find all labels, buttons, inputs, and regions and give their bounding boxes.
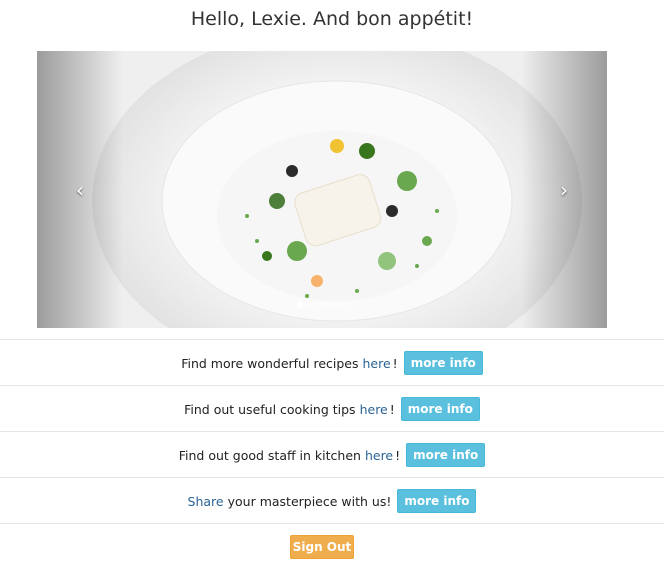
chevron-right-icon: › [560,177,568,202]
tips-more-info-button[interactable]: more info [400,397,480,421]
tips-text: Find out useful cooking tips [184,401,356,417]
carousel-indicator-4[interactable] [323,302,330,308]
share-row: Share your masterpiece with us! more inf… [0,477,664,524]
tips-row: Find out useful cooking tips here ! more… [0,385,664,432]
kitchen-staff-row: Find out good staff in kitchen here ! mo… [0,431,664,478]
carousel-indicator-5[interactable] [332,302,339,308]
kitchen-staff-link[interactable]: here [365,448,393,463]
recipes-more-info-button[interactable]: more info [403,351,483,375]
carousel-indicator-3[interactable] [314,302,321,308]
chevron-left-icon: ‹ [76,177,84,202]
share-link[interactable]: Share [188,494,224,509]
carousel-next-button[interactable]: › [521,51,607,328]
recipes-text: Find more wonderful recipes [181,355,359,371]
kitchen-staff-more-info-button[interactable]: more info [406,443,486,467]
kitchen-staff-exclaim: ! [395,447,401,463]
page-title: Hello, Lexie. And bon appétit! [190,8,474,30]
carousel-prev-button[interactable]: ‹ [37,51,123,328]
tips-exclaim: ! [389,401,395,417]
carousel-indicator-6[interactable] [341,302,348,308]
recipes-row: Find more wonderful recipes here ! more … [0,339,664,386]
share-more-info-button[interactable]: more info [397,489,477,513]
tips-link[interactable]: here [360,402,388,417]
carousel-indicators [37,302,607,308]
carousel-indicator-2[interactable] [305,302,312,308]
recipes-exclaim: ! [392,355,398,371]
share-text: your masterpiece with us! [227,493,392,509]
kitchen-staff-text: Find out good staff in kitchen [178,447,361,463]
carousel-indicator-1[interactable] [296,302,303,308]
image-carousel[interactable]: ‹ › [37,51,607,328]
recipes-link[interactable]: here [363,356,391,371]
divider [0,523,664,524]
sign-out-button[interactable]: Sign Out [290,535,354,559]
